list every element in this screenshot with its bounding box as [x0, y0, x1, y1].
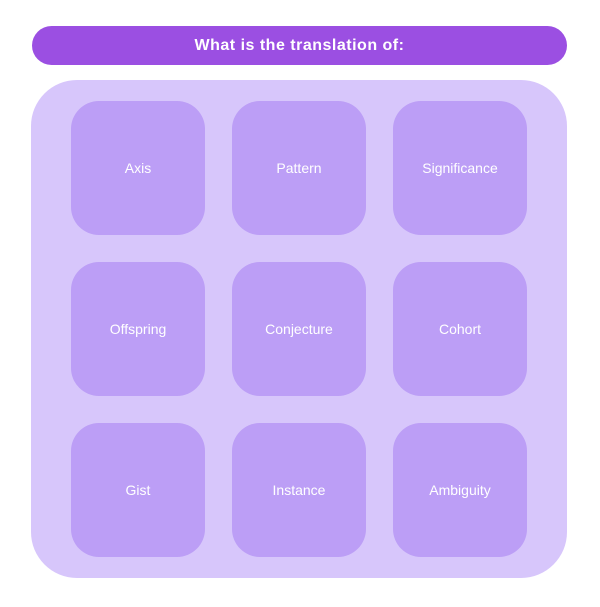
option-label: Cohort	[438, 321, 482, 337]
answer-options-grid: Axis Pattern Significance Offspring Conj…	[71, 101, 527, 557]
option-label: Gist	[125, 482, 151, 498]
option-pattern[interactable]: Pattern	[232, 101, 366, 235]
option-axis[interactable]: Axis	[71, 101, 205, 235]
option-offspring[interactable]: Offspring	[71, 262, 205, 396]
option-label: Instance	[272, 482, 326, 498]
question-title: What is the translation of:	[194, 36, 405, 54]
option-label: Significance	[422, 160, 498, 176]
option-instance[interactable]: Instance	[232, 423, 366, 557]
option-label: Axis	[124, 160, 152, 176]
question-banner: What is the translation of:	[32, 26, 567, 65]
option-ambiguity[interactable]: Ambiguity	[393, 423, 527, 557]
option-label: Ambiguity	[429, 482, 491, 498]
option-significance[interactable]: Significance	[393, 101, 527, 235]
option-gist[interactable]: Gist	[71, 423, 205, 557]
option-cohort[interactable]: Cohort	[393, 262, 527, 396]
answer-options-panel: Axis Pattern Significance Offspring Conj…	[31, 80, 567, 578]
option-conjecture[interactable]: Conjecture	[232, 262, 366, 396]
option-label: Pattern	[276, 160, 322, 176]
option-label: Offspring	[109, 321, 167, 337]
option-label: Conjecture	[265, 321, 333, 337]
